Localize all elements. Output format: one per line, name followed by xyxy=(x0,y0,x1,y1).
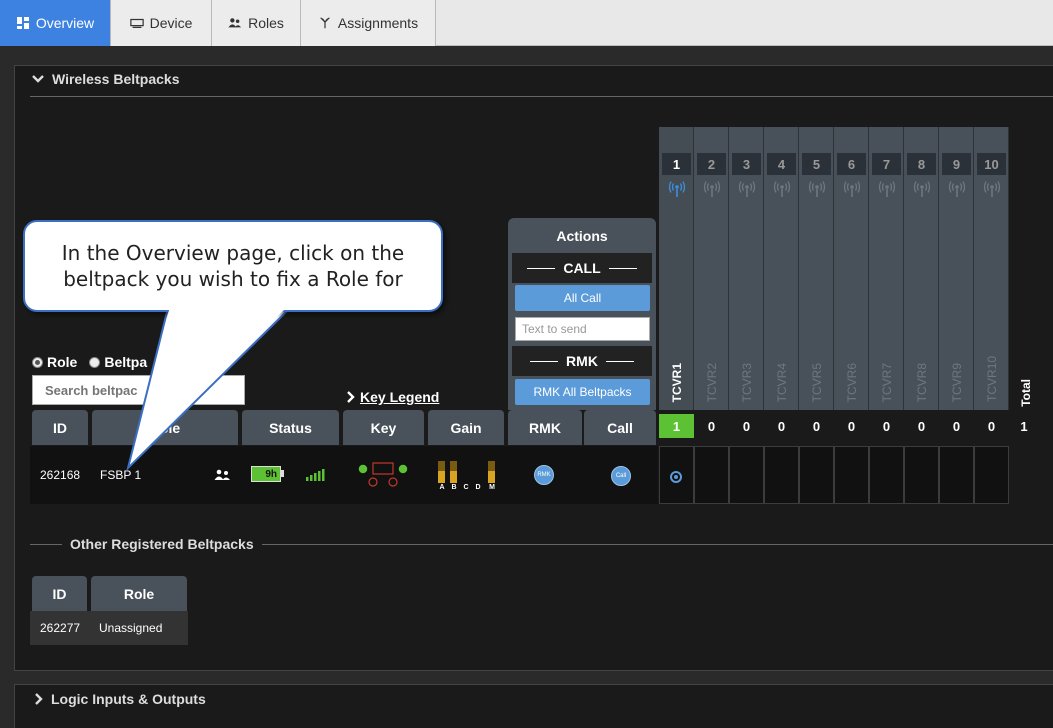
callout-pointer xyxy=(126,307,293,472)
instruction-callout: In the Overview page, click on the beltp… xyxy=(23,220,443,312)
callout-text: In the Overview page, click on the beltp… xyxy=(61,241,405,291)
